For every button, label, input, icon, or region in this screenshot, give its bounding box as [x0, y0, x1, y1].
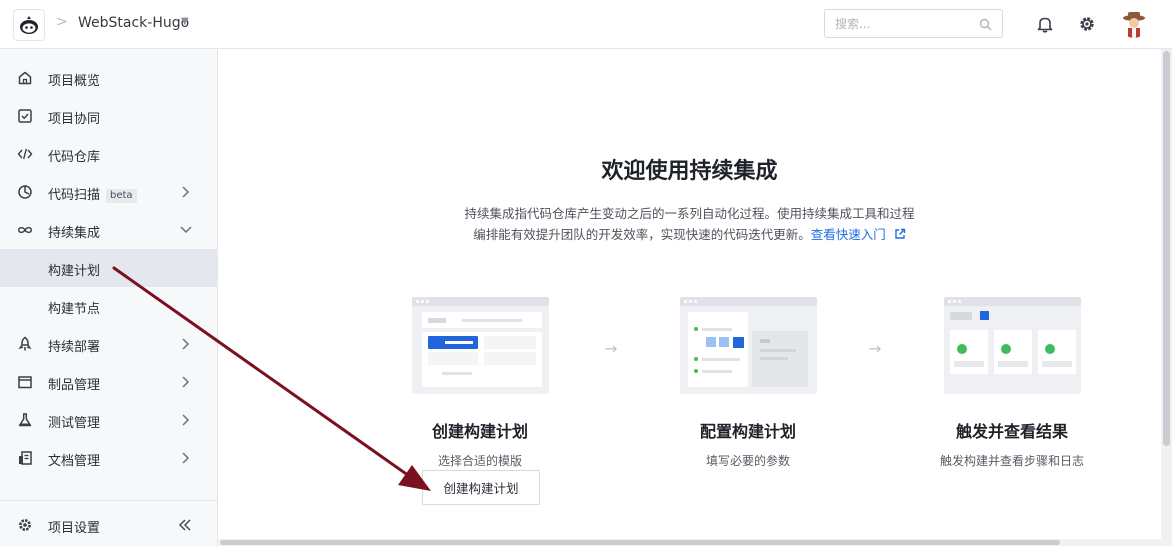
- main-content: 欢迎使用持续集成 持续集成指代码仓库产生变动之后的一系列自动化过程。使用持续集成…: [218, 49, 1161, 539]
- search-box[interactable]: [824, 9, 1003, 38]
- sidebar-item-collaboration[interactable]: 项目协同: [0, 97, 217, 135]
- breadcrumb-separator-icon: >: [56, 14, 68, 30]
- sidebar-item-settings[interactable]: 项目设置: [0, 506, 217, 544]
- app-logo[interactable]: [13, 9, 45, 41]
- top-bar: > WebStack-Hugo ▼: [0, 0, 1172, 49]
- flask-icon: [17, 412, 33, 428]
- sidebar-item-overview[interactable]: 项目概览: [0, 59, 217, 97]
- sidebar-item-label: 文档管理: [48, 454, 101, 469]
- arrow-right-icon: →: [868, 339, 882, 358]
- sidebar-item-label: 持续集成: [48, 226, 101, 241]
- sidebar-item-label: 测试管理: [48, 416, 101, 431]
- sidebar-item-build-plan[interactable]: 构建计划: [0, 249, 217, 287]
- quick-start-link[interactable]: 查看快速入门: [811, 227, 906, 242]
- trigger-results-illustration: [943, 297, 1081, 394]
- page-title: 欢迎使用持续集成: [601, 159, 778, 184]
- beta-badge: beta: [106, 189, 137, 203]
- search-input[interactable]: [825, 10, 965, 37]
- home-icon: [17, 70, 33, 86]
- step-subtitle: 触发构建并查看步骤和日志: [939, 454, 1084, 468]
- sidebar-item-label: 项目概览: [48, 74, 101, 89]
- external-link-icon: [895, 228, 905, 239]
- step-create: 创建构建计划 选择合适的模版: [360, 297, 600, 469]
- arrow-right-icon: →: [604, 339, 618, 358]
- box-icon: [17, 374, 33, 390]
- sidebar: 项目概览 项目协同 代码仓库 代码扫描 beta 持续集成 构建计划 构建节点 …: [0, 49, 218, 546]
- search-icon[interactable]: [979, 16, 992, 35]
- vertical-scrollbar-thumb[interactable]: [1163, 51, 1170, 446]
- sidebar-item-label: 项目设置: [48, 521, 101, 536]
- sidebar-item-cd[interactable]: 持续部署: [0, 325, 217, 363]
- chevron-right-icon: [182, 338, 190, 350]
- sidebar-item-label: 项目协同: [48, 112, 101, 127]
- step-trigger: 触发并查看结果 触发构建并查看步骤和日志: [892, 297, 1132, 469]
- collapse-sidebar-icon[interactable]: [178, 517, 192, 533]
- step-title: 创建构建计划: [431, 422, 528, 441]
- chevron-right-icon: [182, 186, 190, 198]
- sidebar-item-label: 持续部署: [48, 340, 101, 355]
- bell-icon[interactable]: [1034, 13, 1056, 35]
- code-icon: [17, 146, 33, 162]
- chevron-down-icon: [180, 226, 192, 234]
- coding-logo-icon: [20, 16, 38, 34]
- vertical-scrollbar[interactable]: [1161, 49, 1172, 546]
- horizontal-scrollbar-thumb[interactable]: [220, 540, 1060, 545]
- configure-plan-illustration: [679, 297, 817, 394]
- sidebar-divider: [0, 500, 217, 501]
- sidebar-item-label: 制品管理: [48, 378, 101, 393]
- settings-gear-icon: [17, 517, 33, 533]
- chevron-right-icon: [182, 414, 190, 426]
- step-subtitle: 选择合适的模版: [437, 454, 522, 468]
- horizontal-scrollbar[interactable]: [218, 539, 1161, 546]
- infinity-icon: [17, 222, 33, 238]
- user-avatar[interactable]: [1120, 10, 1148, 38]
- description-line-2: 编排能有效提升团队的开发效率，实现快速的代码迭代更新。查看快速入门: [218, 224, 1161, 243]
- step-title: 配置构建计划: [699, 422, 796, 441]
- step-subtitle: 填写必要的参数: [705, 454, 790, 468]
- sidebar-item-ci[interactable]: 持续集成: [0, 211, 217, 249]
- gear-icon[interactable]: [1076, 13, 1098, 35]
- create-build-plan-button[interactable]: 创建构建计划: [422, 470, 540, 505]
- sidebar-item-build-node[interactable]: 构建节点: [0, 287, 217, 325]
- sidebar-item-testing[interactable]: 测试管理: [0, 401, 217, 439]
- sidebar-item-repository[interactable]: 代码仓库: [0, 135, 217, 173]
- sidebar-item-artifacts[interactable]: 制品管理: [0, 363, 217, 401]
- scan-icon: [17, 184, 33, 200]
- step-title: 触发并查看结果: [955, 422, 1068, 441]
- sidebar-item-label: 构建计划: [48, 264, 101, 279]
- project-dropdown-icon[interactable]: ▼: [181, 16, 189, 27]
- chevron-right-icon: [182, 452, 190, 464]
- app-window: > WebStack-Hugo ▼ 搜索... 项目概览 项目协同 代码仓库 代…: [0, 0, 1172, 546]
- document-icon: [17, 450, 33, 466]
- check-square-icon: [17, 108, 33, 124]
- chevron-right-icon: [182, 376, 190, 388]
- sidebar-item-label: 代码扫描 beta: [48, 184, 137, 203]
- sidebar-item-docs[interactable]: 文档管理: [0, 439, 217, 477]
- description-line-1: 持续集成指代码仓库产生变动之后的一系列自动化过程。使用持续集成工具和过程: [464, 206, 915, 221]
- sidebar-item-label: 构建节点: [48, 302, 101, 317]
- rocket-icon: [17, 336, 33, 352]
- sidebar-item-label: 代码仓库: [48, 150, 101, 165]
- sidebar-item-code-scan[interactable]: 代码扫描 beta: [0, 173, 217, 211]
- step-configure: 配置构建计划 填写必要的参数: [628, 297, 868, 469]
- project-name[interactable]: WebStack-Hugo: [78, 15, 189, 31]
- create-plan-illustration: [411, 297, 549, 394]
